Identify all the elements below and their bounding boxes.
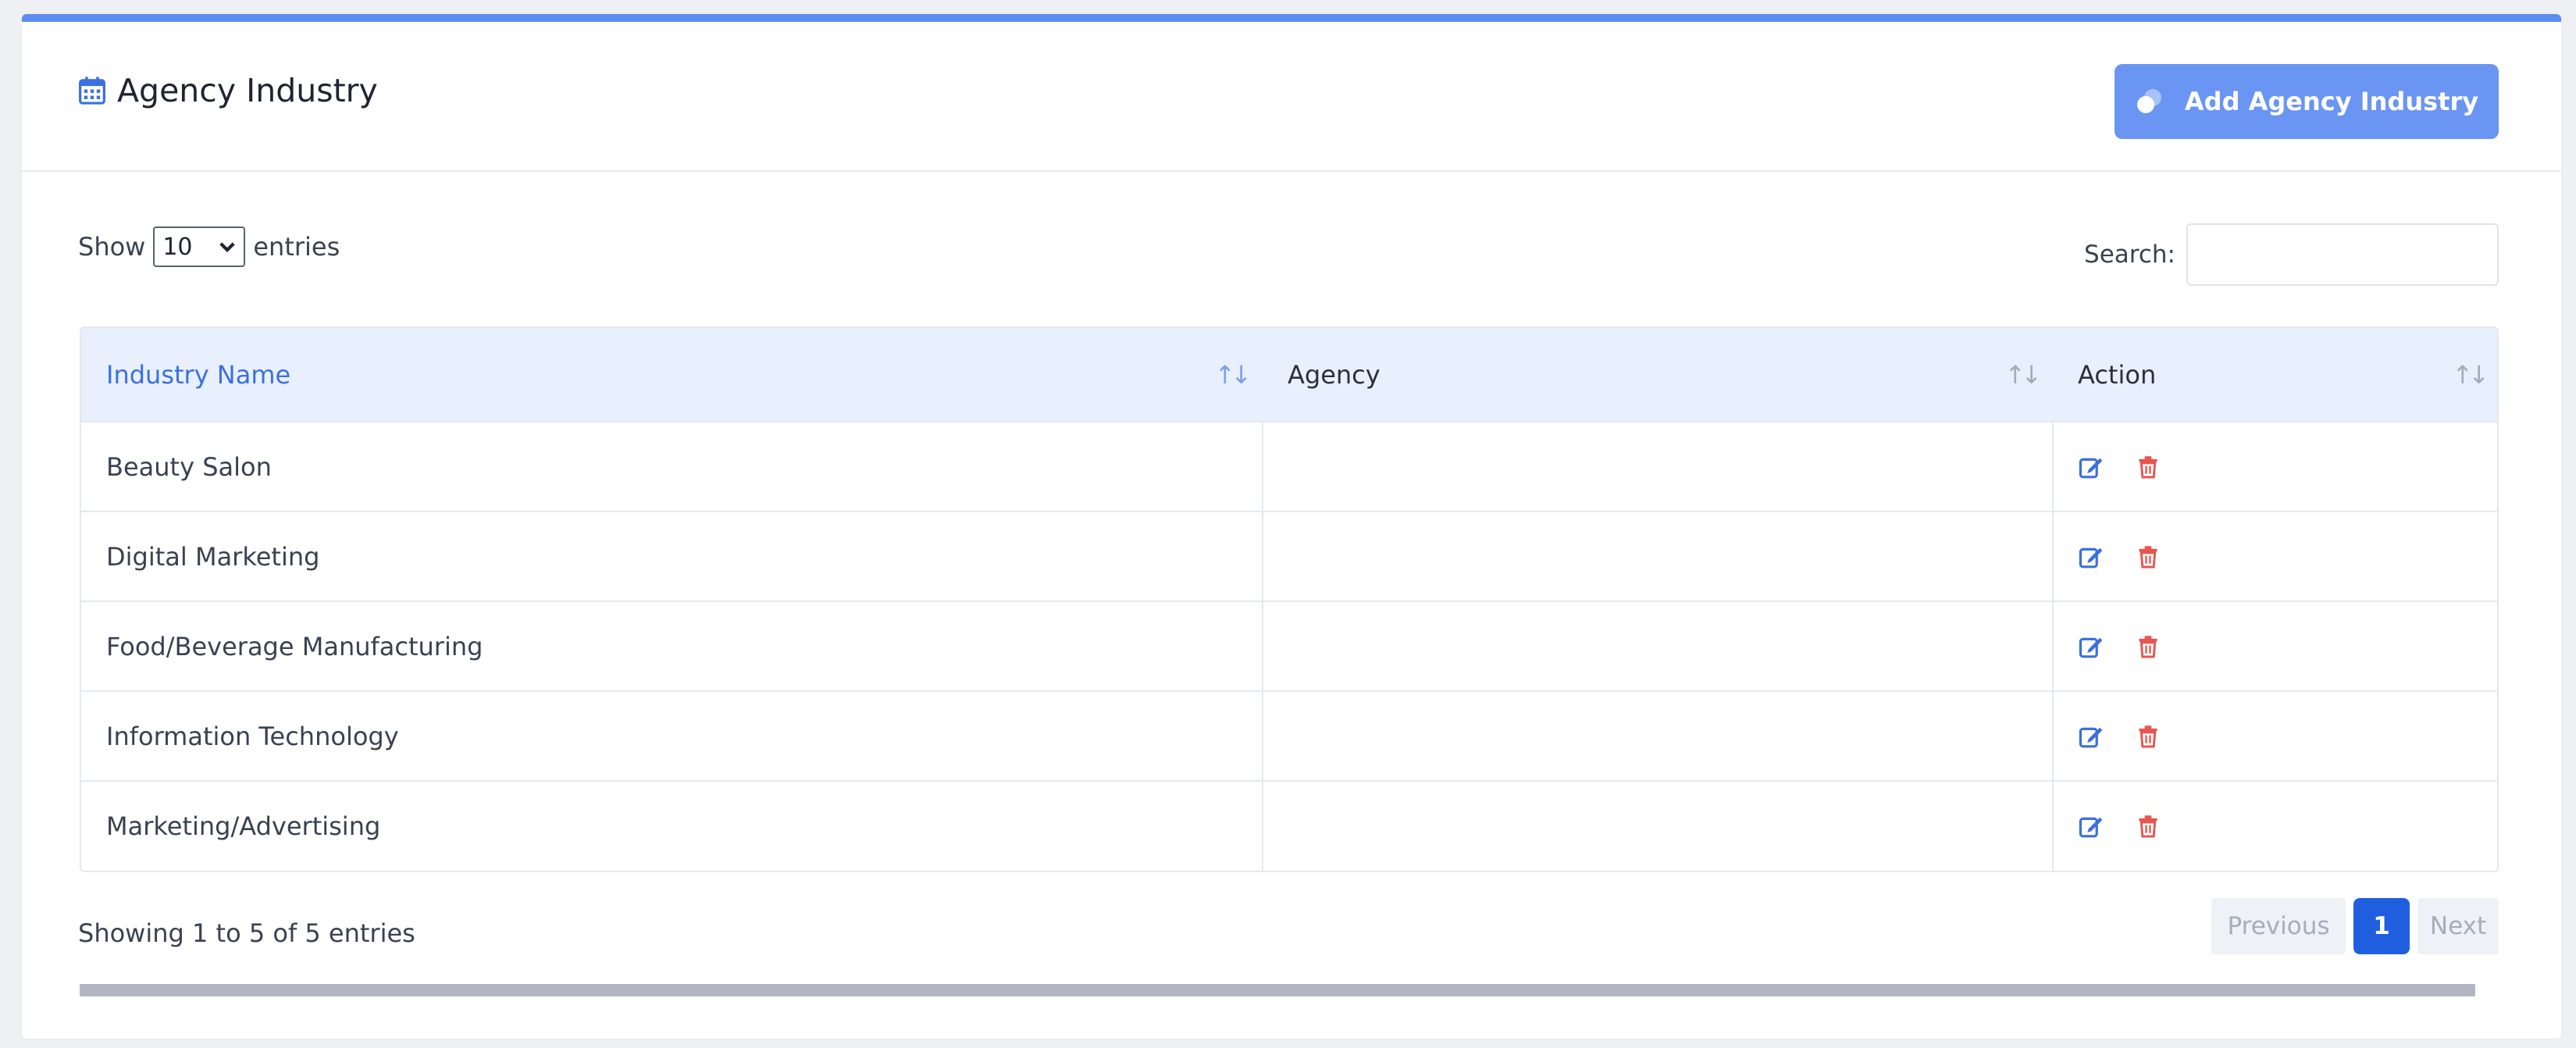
table-row: Information Technology <box>81 691 2497 781</box>
column-header-label: Agency <box>1288 359 1381 390</box>
action-cell <box>2053 422 2497 512</box>
trash-icon[interactable] <box>2138 815 2158 838</box>
industry-table-container: Industry Name ↑↓ Agency ↑↓ Action ↑↓ Bea… <box>80 326 2499 872</box>
column-header-label: Action <box>2078 359 2157 390</box>
agency-cell <box>1263 691 2054 781</box>
agency-cell <box>1263 422 2054 512</box>
agency-industry-card: Agency Industry Add Agency Industry Show… <box>22 14 2561 1039</box>
column-header-agency[interactable]: Agency ↑↓ <box>1263 328 2053 422</box>
trash-icon[interactable] <box>2138 725 2158 748</box>
entries-label: entries <box>253 232 340 262</box>
action-cell <box>2053 691 2497 781</box>
action-cell <box>2053 781 2497 871</box>
search-input[interactable] <box>2186 223 2499 286</box>
edit-icon[interactable] <box>2079 814 2104 839</box>
action-cell <box>2053 512 2497 601</box>
industry-name-cell: Beauty Salon <box>81 422 1263 512</box>
search-control: Search: <box>2084 223 2499 286</box>
page-title: Agency Industry <box>78 72 378 109</box>
table-row: Marketing/Advertising <box>81 781 2497 871</box>
column-header-industry-name[interactable]: Industry Name ↑↓ <box>81 328 1263 422</box>
table-header-row: Industry Name ↑↓ Agency ↑↓ Action ↑↓ <box>81 328 2497 422</box>
toggle-icon <box>2135 87 2163 116</box>
table-row: Digital Marketing <box>81 512 2497 601</box>
trash-icon[interactable] <box>2138 635 2158 658</box>
horizontal-scrollbar[interactable] <box>80 984 2475 996</box>
page-length-value: 10 <box>162 233 193 261</box>
edit-icon[interactable] <box>2079 454 2104 479</box>
industry-name-cell: Food/Beverage Manufacturing <box>81 601 1263 691</box>
industry-table: Industry Name ↑↓ Agency ↑↓ Action ↑↓ Bea… <box>81 328 2497 871</box>
sort-arrows-icon: ↑↓ <box>2004 359 2042 390</box>
table-info: Showing 1 to 5 of 5 entries <box>78 918 415 948</box>
sort-arrows-icon: ↑↓ <box>2452 359 2489 390</box>
chevron-down-icon <box>219 237 236 257</box>
industry-name-cell: Digital Marketing <box>81 512 1263 601</box>
table-row: Food/Beverage Manufacturing <box>81 601 2497 691</box>
previous-page-button[interactable]: Previous <box>2211 898 2346 954</box>
industry-name-cell: Information Technology <box>81 691 1263 781</box>
agency-cell <box>1263 781 2054 871</box>
page-title-text: Agency Industry <box>117 72 378 109</box>
page-length-select[interactable]: 10 <box>153 226 246 267</box>
add-agency-industry-button[interactable]: Add Agency Industry <box>2115 64 2499 139</box>
agency-cell <box>1263 601 2054 691</box>
calendar-icon <box>78 76 106 105</box>
industry-name-cell: Marketing/Advertising <box>81 781 1263 871</box>
add-button-label: Add Agency Industry <box>2184 87 2479 116</box>
table-row: Beauty Salon <box>81 422 2497 512</box>
show-label: Show <box>78 232 146 262</box>
column-header-action[interactable]: Action ↑↓ <box>2053 328 2497 422</box>
agency-cell <box>1263 512 2054 601</box>
trash-icon[interactable] <box>2138 455 2158 479</box>
page-1-button[interactable]: 1 <box>2353 898 2410 954</box>
page-length-control: Show 10 entries <box>78 226 340 267</box>
pagination: Previous 1 Next <box>2211 898 2499 954</box>
column-header-label: Industry Name <box>106 359 291 390</box>
edit-icon[interactable] <box>2079 724 2104 749</box>
action-cell <box>2053 601 2497 691</box>
edit-icon[interactable] <box>2079 544 2104 569</box>
search-label: Search: <box>2084 241 2175 269</box>
edit-icon[interactable] <box>2079 634 2104 659</box>
next-page-button[interactable]: Next <box>2417 898 2499 954</box>
trash-icon[interactable] <box>2138 545 2158 569</box>
sort-arrows-icon: ↑↓ <box>1214 359 1252 390</box>
card-header: Agency Industry Add Agency Industry <box>22 22 2561 172</box>
